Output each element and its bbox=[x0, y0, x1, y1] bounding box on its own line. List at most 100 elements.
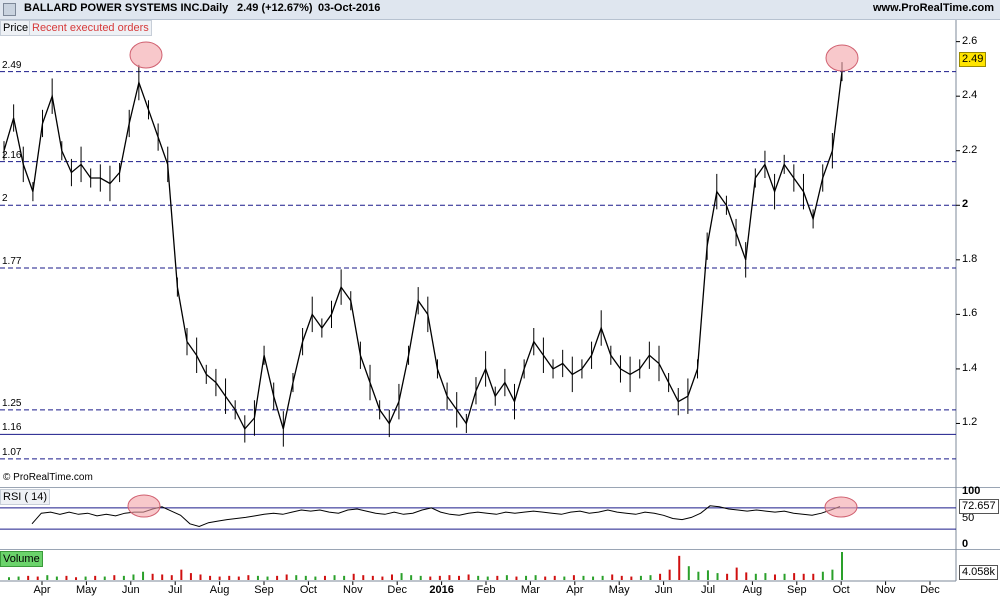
volume-bar bbox=[505, 575, 508, 580]
volume-bar bbox=[678, 555, 681, 580]
volume-bar bbox=[582, 575, 585, 580]
y-tick-label: 2.2 bbox=[962, 143, 978, 156]
volume-bar bbox=[276, 575, 279, 580]
x-tick-label: Nov bbox=[343, 584, 363, 596]
volume-bar bbox=[668, 569, 671, 580]
volume-bar bbox=[419, 575, 422, 580]
x-tick-label: Jun bbox=[654, 584, 673, 596]
y-tick-label: 1.2 bbox=[962, 416, 978, 429]
volume-bar bbox=[783, 573, 786, 580]
volume-bar bbox=[256, 575, 259, 580]
last-price-box: 2.49 bbox=[959, 52, 987, 67]
volume-bar bbox=[113, 575, 116, 580]
volume-bar bbox=[343, 575, 346, 580]
volume-bar bbox=[84, 576, 87, 580]
volume-bar bbox=[458, 575, 461, 580]
y-tick-label: 2 bbox=[962, 198, 969, 211]
volume-bar bbox=[477, 575, 480, 580]
volume-bar bbox=[793, 573, 796, 580]
level-label: 2.49 bbox=[2, 59, 22, 71]
volume-bar bbox=[189, 573, 192, 580]
volume-bar bbox=[46, 575, 49, 580]
volume-bar bbox=[314, 576, 317, 580]
volume-bar bbox=[122, 575, 125, 580]
x-tick-label: Sep bbox=[254, 584, 274, 596]
volume-bar bbox=[75, 577, 78, 580]
volume-bar bbox=[659, 573, 662, 580]
volume-bar bbox=[726, 573, 729, 580]
volume-bar bbox=[352, 573, 355, 580]
volume-bar bbox=[371, 575, 374, 580]
x-tick-label: Jun bbox=[121, 584, 140, 596]
volume-bar bbox=[237, 576, 240, 580]
level-label: 2.16 bbox=[2, 149, 22, 161]
volume-bar bbox=[209, 575, 212, 580]
rsi-tick-label: 0 bbox=[962, 538, 969, 550]
volume-bar bbox=[649, 575, 652, 580]
order-highlight bbox=[824, 496, 858, 518]
volume-bar bbox=[735, 567, 738, 580]
level-label: 1.16 bbox=[2, 422, 22, 434]
x-tick-label: Nov bbox=[875, 584, 896, 596]
x-tick-label: Jul bbox=[700, 584, 716, 596]
volume-bar bbox=[161, 574, 164, 580]
level-label: 1.07 bbox=[2, 446, 22, 458]
volume-bar bbox=[170, 575, 173, 580]
volume-bar bbox=[611, 574, 614, 580]
volume-bar bbox=[821, 571, 824, 580]
volume-bar bbox=[496, 575, 499, 580]
volume-bar bbox=[218, 576, 221, 580]
volume-bar bbox=[438, 575, 441, 580]
volume-bar bbox=[544, 576, 547, 580]
x-tick-label: 2016 bbox=[429, 584, 454, 596]
volume-bar bbox=[151, 573, 154, 580]
x-tick-label: Feb bbox=[476, 584, 496, 596]
chart-canvas bbox=[0, 20, 960, 585]
rsi-value-box: 72.657 bbox=[959, 499, 999, 514]
volume-bar bbox=[448, 575, 451, 580]
x-tick-label: May bbox=[608, 584, 630, 596]
volume-bar bbox=[27, 575, 30, 580]
volume-bar bbox=[716, 573, 719, 580]
volume-bar bbox=[754, 573, 757, 580]
x-tick-label: Sep bbox=[787, 584, 807, 596]
x-tick-label: Apr bbox=[566, 584, 584, 596]
volume-bar bbox=[94, 575, 97, 580]
y-tick-label: 1.8 bbox=[962, 252, 978, 265]
volume-bar bbox=[304, 575, 307, 580]
volume-bar bbox=[745, 572, 748, 580]
volume-bar bbox=[764, 573, 767, 580]
volume-bar bbox=[515, 576, 518, 580]
volume-bar bbox=[486, 576, 489, 580]
x-tick-label: Aug bbox=[209, 584, 230, 596]
volume-bar bbox=[17, 576, 20, 580]
volume-bar bbox=[285, 574, 288, 580]
volume-bar bbox=[132, 574, 135, 580]
volume-bar bbox=[266, 576, 269, 580]
x-tick-label: Mar bbox=[520, 584, 540, 596]
volume-bar bbox=[333, 575, 336, 580]
volume-bar bbox=[36, 576, 39, 580]
volume-bar bbox=[467, 574, 470, 580]
volume-bar bbox=[592, 576, 595, 580]
volume-bar bbox=[687, 566, 690, 580]
x-tick-label: May bbox=[76, 584, 97, 596]
volume-bar bbox=[247, 575, 250, 580]
x-tick-label: Aug bbox=[742, 584, 763, 596]
volume-bar bbox=[534, 575, 537, 580]
volume-bar bbox=[429, 576, 432, 580]
volume-bar bbox=[563, 576, 566, 580]
volume-bar bbox=[55, 576, 58, 580]
level-label: 1.77 bbox=[2, 256, 22, 267]
volume-bar bbox=[601, 575, 604, 580]
volume-bar bbox=[620, 575, 623, 580]
volume-bar bbox=[630, 576, 633, 580]
order-highlight bbox=[825, 44, 859, 72]
volume-bar bbox=[295, 575, 298, 580]
volume-bar bbox=[697, 571, 700, 580]
order-highlight bbox=[129, 41, 163, 69]
volume-bar bbox=[8, 577, 10, 580]
volume-bar bbox=[390, 574, 393, 580]
y-tick-label: 2.4 bbox=[962, 89, 978, 102]
volume-bar bbox=[199, 574, 202, 580]
